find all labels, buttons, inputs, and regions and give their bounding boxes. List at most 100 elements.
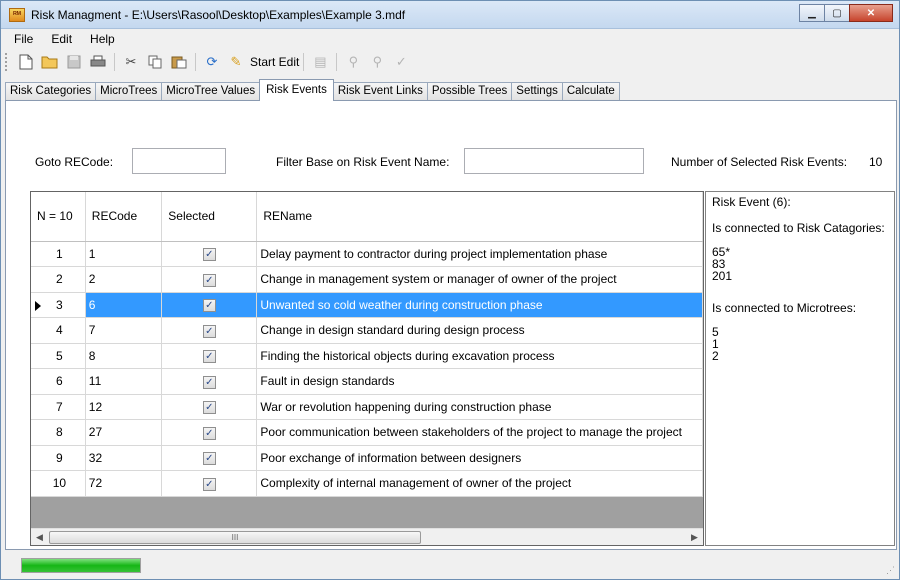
save-icon[interactable] [65,53,83,71]
menu-edit[interactable]: Edit [42,29,81,49]
rename-cell[interactable]: Unwanted so cold weather during construc… [256,292,703,318]
row-number-cell[interactable]: 7 [31,394,86,420]
table-row[interactable]: 6 11 ✓ Fault in design standards [31,368,703,395]
goto-recode-input[interactable] [132,148,226,174]
rename-cell[interactable]: Finding the historical objects during ex… [256,343,703,369]
open-icon[interactable] [41,53,59,71]
selected-checkbox[interactable]: ✓ [202,299,216,313]
selected-checkbox[interactable]: ✓ [202,401,216,415]
new-icon[interactable] [17,53,35,71]
tab-calculate[interactable]: Calculate [561,82,620,100]
table-row[interactable]: 4 7 ✓ Change in design standard during desi… [31,317,703,344]
row-number-cell[interactable]: 8 [31,419,86,446]
rename-cell[interactable]: Complexity of internal management of own… [256,470,703,497]
tab-risk-events[interactable]: Risk Events [259,79,334,101]
goto-recode-label: Goto RECode: [35,155,114,169]
minimize-button[interactable]: ▁ [799,4,825,22]
app-window: ᴿᴹ Risk Managment - E:\Users\Rasool\Desk… [0,0,900,580]
recode-cell[interactable]: 6 [85,292,163,318]
recode-cell[interactable]: 11 [85,368,163,395]
recode-cell[interactable]: 32 [85,445,163,471]
rename-cell[interactable]: Change in design standard during design … [256,317,703,344]
selected-count-value: 10 [869,155,883,169]
rename-cell[interactable]: Change in management system or manager o… [256,266,703,293]
tab-settings[interactable]: Settings [511,82,563,100]
link-icon[interactable]: ⚲ [344,53,362,71]
selected-checkbox[interactable]: ✓ [202,324,216,338]
filter-name-input[interactable] [464,148,644,174]
table-row[interactable]: 3 6 ✓ Unwanted so cold weather during const… [31,292,703,318]
selected-cell: ✓ [161,317,258,344]
paste-icon[interactable] [170,53,188,71]
column-header-recode[interactable]: RECode [85,192,163,242]
unlink-icon[interactable]: ⚲ [368,53,386,71]
tab-possible-trees[interactable]: Possible Trees [426,82,513,100]
title-bar[interactable]: ᴿᴹ Risk Managment - E:\Users\Rasool\Desk… [1,1,899,29]
recode-cell[interactable]: 7 [85,317,163,344]
rename-cell[interactable]: War or revolution happening during const… [256,394,703,420]
tab-microtrees[interactable]: MicroTrees [95,82,163,100]
row-number-cell[interactable]: 1 [31,241,86,267]
recode-cell[interactable]: 27 [85,419,163,446]
selected-cell: ✓ [161,241,258,267]
tab-risk-event-links[interactable]: Risk Event Links [332,82,428,100]
row-number-cell[interactable]: 9 [31,445,86,471]
recode-cell[interactable]: 12 [85,394,163,420]
close-icon: ✕ [866,7,876,19]
row-number-cell[interactable]: 4 [31,317,86,344]
scroll-thumb[interactable]: III [49,531,421,544]
row-number-cell[interactable]: 5 [31,343,86,369]
rename-cell[interactable]: Poor exchange of information between des… [256,445,703,471]
refresh-icon[interactable]: ⟳ [203,53,221,71]
horizontal-scrollbar[interactable]: ◀ III ▶ [31,528,703,545]
selected-checkbox[interactable]: ✓ [202,350,216,364]
row-number-cell[interactable]: 2 [31,266,86,293]
table-row[interactable]: 10 72 ✓ Complexity of internal management o… [31,470,703,497]
rename-cell[interactable]: Fault in design standards [256,368,703,395]
selected-checkbox[interactable]: ✓ [202,375,216,389]
table-row[interactable]: 9 32 ✓ Poor exchange of information between… [31,445,703,471]
selected-checkbox[interactable]: ✓ [202,477,216,491]
table-row[interactable]: 1 1 ✓ Delay payment to contractor during pr… [31,241,703,267]
recode-cell[interactable]: 1 [85,241,163,267]
row-number-cell[interactable]: 3 [31,292,86,318]
copy-icon[interactable] [146,53,164,71]
row-number-cell[interactable]: 10 [31,470,86,497]
check-icon[interactable]: ✓ [392,53,410,71]
menu-file[interactable]: File [5,29,42,49]
cut-icon[interactable]: ✂ [122,53,140,71]
toolbar-grip[interactable] [5,53,8,71]
table-row[interactable]: 7 12 ✓ War or revolution happening during c… [31,394,703,420]
close-button[interactable]: ✕ [849,4,893,22]
selected-checkbox[interactable]: ✓ [202,248,216,262]
menu-help[interactable]: Help [81,29,124,49]
selected-checkbox[interactable]: ✓ [202,426,216,440]
detail-microtrees-list: 5 1 2 [712,326,888,362]
resize-grip-icon[interactable]: ⋰ [886,565,895,576]
column-header-n[interactable]: N = 10 [31,192,86,242]
delete-icon[interactable]: ▤ [311,53,329,71]
selected-checkbox[interactable]: ✓ [202,273,216,287]
selected-cell: ✓ [161,292,258,318]
maximize-button[interactable]: ▢ [824,4,850,22]
start-edit-button[interactable]: Start Edit [250,55,299,69]
tab-microtree-values[interactable]: MicroTree Values [161,82,261,100]
pencil-icon[interactable]: ✎ [227,53,245,71]
row-number-cell[interactable]: 6 [31,368,86,395]
table-row[interactable]: 8 27 ✓ Poor communication between stakehold… [31,419,703,446]
recode-cell[interactable]: 8 [85,343,163,369]
scroll-left-icon[interactable]: ◀ [31,529,48,545]
risk-events-grid[interactable]: N = 10 RECode Selected REName 1 1 ✓ Delay p… [30,191,704,546]
table-row[interactable]: 5 8 ✓ Finding the historical objects during… [31,343,703,369]
rename-cell[interactable]: Poor communication between stakeholders … [256,419,703,446]
scroll-right-icon[interactable]: ▶ [686,529,703,545]
print-icon[interactable] [89,53,107,71]
tab-risk-categories[interactable]: Risk Categories [5,82,97,100]
recode-cell[interactable]: 72 [85,470,163,497]
table-row[interactable]: 2 2 ✓ Change in management system or manage… [31,266,703,293]
column-header-selected[interactable]: Selected [161,192,258,242]
column-header-rename[interactable]: REName [256,192,703,242]
recode-cell[interactable]: 2 [85,266,163,293]
rename-cell[interactable]: Delay payment to contractor during proje… [256,241,703,267]
selected-checkbox[interactable]: ✓ [202,452,216,466]
